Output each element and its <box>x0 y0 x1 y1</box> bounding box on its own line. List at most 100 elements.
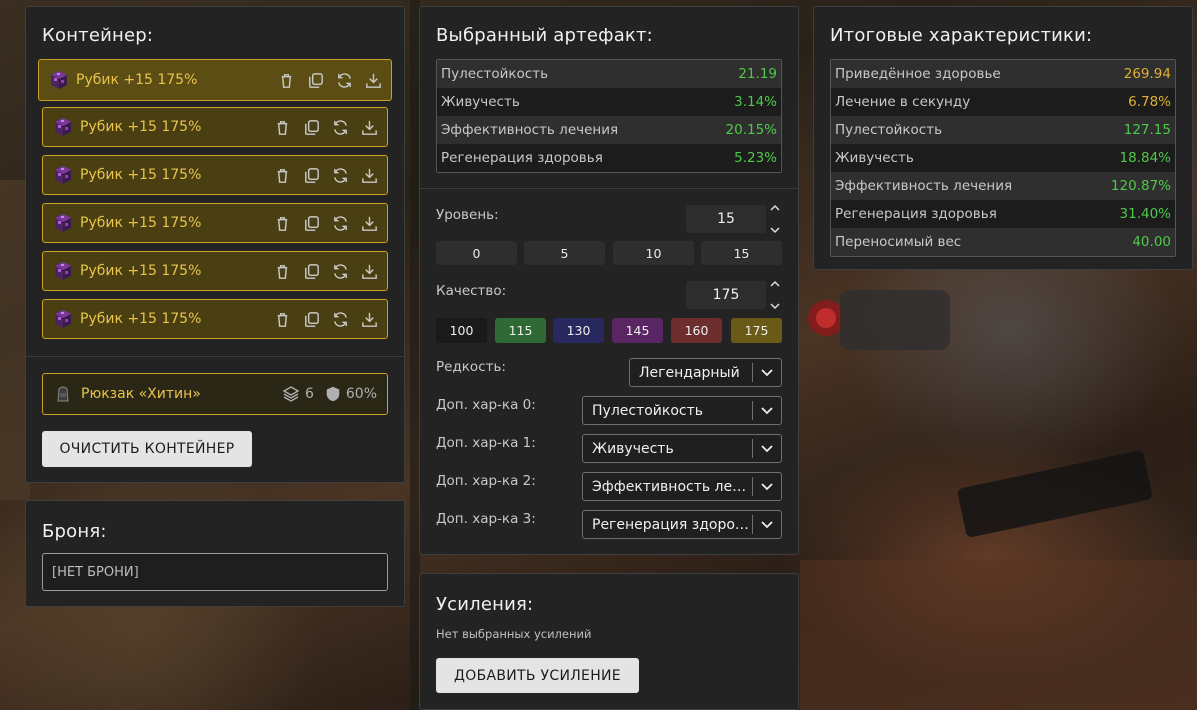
download-icon[interactable] <box>360 118 379 137</box>
shield-icon <box>326 386 340 402</box>
stat-label: Пулестойкость <box>441 66 549 82</box>
stat-value: 18.84% <box>1119 150 1171 166</box>
level-preset-button[interactable]: 0 <box>436 241 517 265</box>
chevron-down-icon[interactable] <box>770 302 780 310</box>
download-icon[interactable] <box>364 71 383 90</box>
clear-container-button[interactable]: ОЧИСТИТЬ КОНТЕЙНЕР <box>42 431 252 467</box>
armor-field[interactable]: [НЕТ БРОНИ] <box>42 553 388 591</box>
stat-value: 127.15 <box>1123 122 1171 138</box>
quality-preset-button[interactable]: 130 <box>553 318 604 343</box>
quality-preset-button[interactable]: 175 <box>731 318 782 343</box>
stat-value: 20.15% <box>725 122 777 138</box>
extra-stat-label: Доп. хар-ка 3: <box>436 511 536 527</box>
refresh-icon[interactable] <box>331 214 350 233</box>
download-icon[interactable] <box>360 310 379 329</box>
copy-icon[interactable] <box>302 214 321 233</box>
extra-stat-select[interactable]: Живучесть <box>582 434 782 463</box>
extra-stat-select[interactable]: Пулестойкость <box>582 396 782 425</box>
container-item[interactable]: Рубик +15 175% <box>38 59 392 101</box>
level-input[interactable]: 15 <box>686 205 766 233</box>
boosts-panel: Усиления: Нет выбранных усилений ДОБАВИТ… <box>419 573 799 710</box>
stat-value: 40.00 <box>1132 234 1171 250</box>
refresh-icon[interactable] <box>331 310 350 329</box>
copy-icon[interactable] <box>302 262 321 281</box>
rarity-label: Редкость: <box>436 359 506 375</box>
level-preset-button[interactable]: 5 <box>524 241 605 265</box>
backpack-item[interactable]: Рюкзак «Хитин» 6 60% <box>42 373 388 415</box>
rubik-cube-icon <box>55 118 71 136</box>
stat-row: Эффективность лечения 120.87% <box>831 172 1175 200</box>
chevron-up-icon[interactable] <box>770 280 780 288</box>
rubik-cube-icon <box>55 166 71 184</box>
refresh-icon[interactable] <box>331 118 350 137</box>
download-icon[interactable] <box>360 262 379 281</box>
stat-row: Переносимый вес 40.00 <box>831 228 1175 256</box>
extra-stat-label: Доп. хар-ка 0: <box>436 397 536 413</box>
quality-label: Качество: <box>436 283 507 299</box>
quality-preset-button[interactable]: 145 <box>612 318 663 343</box>
armor-panel: Броня: [НЕТ БРОНИ] <box>25 500 405 607</box>
quality-preset-button[interactable]: 100 <box>436 318 487 343</box>
stat-row: Приведённое здоровье 269.94 <box>831 60 1175 88</box>
container-item[interactable]: Рубик +15 175% <box>42 203 388 243</box>
quality-preset-button[interactable]: 160 <box>671 318 722 343</box>
level-preset-button[interactable]: 15 <box>701 241 782 265</box>
stat-label: Эффективность лечения <box>441 122 619 138</box>
extra-stat-select[interactable]: Регенерация здоровья <box>582 510 782 539</box>
chevron-down-icon <box>761 482 773 490</box>
stat-row: Регенерация здоровья 5.23% <box>437 144 781 172</box>
chevron-up-icon[interactable] <box>770 204 780 212</box>
trash-icon[interactable] <box>273 166 292 185</box>
copy-icon[interactable] <box>302 118 321 137</box>
container-item-label: Рубик +15 175% <box>76 72 198 88</box>
extra-stat-value: Пулестойкость <box>592 402 704 419</box>
download-icon[interactable] <box>360 214 379 233</box>
quality-preset-button[interactable]: 115 <box>495 318 546 343</box>
backpack-name: Рюкзак «Хитин» <box>81 386 201 402</box>
container-item[interactable]: Рубик +15 175% <box>42 155 388 195</box>
backpack-protection: 60% <box>345 386 377 402</box>
container-item-label: Рубик +15 175% <box>80 311 202 327</box>
add-boost-button[interactable]: ДОБАВИТЬ УСИЛЕНИЕ <box>436 658 639 693</box>
divider <box>420 188 798 189</box>
download-icon[interactable] <box>360 166 379 185</box>
stat-row: Регенерация здоровья 31.40% <box>831 200 1175 228</box>
extra-stat-label: Доп. хар-ка 2: <box>436 473 536 489</box>
container-item[interactable]: Рубик +15 175% <box>42 299 388 339</box>
stat-row: Живучесть 18.84% <box>831 144 1175 172</box>
boosts-title: Усиления: <box>436 594 534 615</box>
trash-icon[interactable] <box>277 71 296 90</box>
stat-label: Переносимый вес <box>835 234 962 250</box>
copy-icon[interactable] <box>302 310 321 329</box>
refresh-icon[interactable] <box>331 262 350 281</box>
backpack-icon <box>57 386 69 402</box>
trash-icon[interactable] <box>273 262 292 281</box>
container-item[interactable]: Рубик +15 175% <box>42 251 388 291</box>
copy-icon[interactable] <box>306 71 325 90</box>
extra-stat-select[interactable]: Эффективность лечения <box>582 472 782 501</box>
level-spinner[interactable] <box>769 204 781 234</box>
container-item-label: Рубик +15 175% <box>80 215 202 231</box>
refresh-icon[interactable] <box>331 166 350 185</box>
level-preset-button[interactable]: 10 <box>613 241 694 265</box>
quality-spinner[interactable] <box>769 280 781 310</box>
trash-icon[interactable] <box>273 214 292 233</box>
copy-icon[interactable] <box>302 166 321 185</box>
refresh-icon[interactable] <box>335 71 354 90</box>
stat-label: Приведённое здоровье <box>835 66 1001 82</box>
quality-input[interactable]: 175 <box>686 281 766 309</box>
chevron-down-icon[interactable] <box>770 226 780 234</box>
container-item[interactable]: Рубик +15 175% <box>42 107 388 147</box>
rarity-select[interactable]: Легендарный <box>629 358 782 387</box>
stat-label: Пулестойкость <box>835 122 943 138</box>
container-panel: Контейнер: Рубик +15 175% Рубик +15 175%… <box>25 6 405 483</box>
trash-icon[interactable] <box>273 310 292 329</box>
stat-value: 5.23% <box>734 150 777 166</box>
stat-label: Живучесть <box>441 94 520 110</box>
stat-value: 31.40% <box>1119 206 1171 222</box>
rubik-cube-icon <box>51 71 67 89</box>
stat-row: Лечение в секунду 6.78% <box>831 88 1175 116</box>
trash-icon[interactable] <box>273 118 292 137</box>
stat-value: 21.19 <box>738 66 777 82</box>
artifact-stats-table: Пулестойкость 21.19 Живучесть 3.14% Эффект… <box>436 59 782 173</box>
